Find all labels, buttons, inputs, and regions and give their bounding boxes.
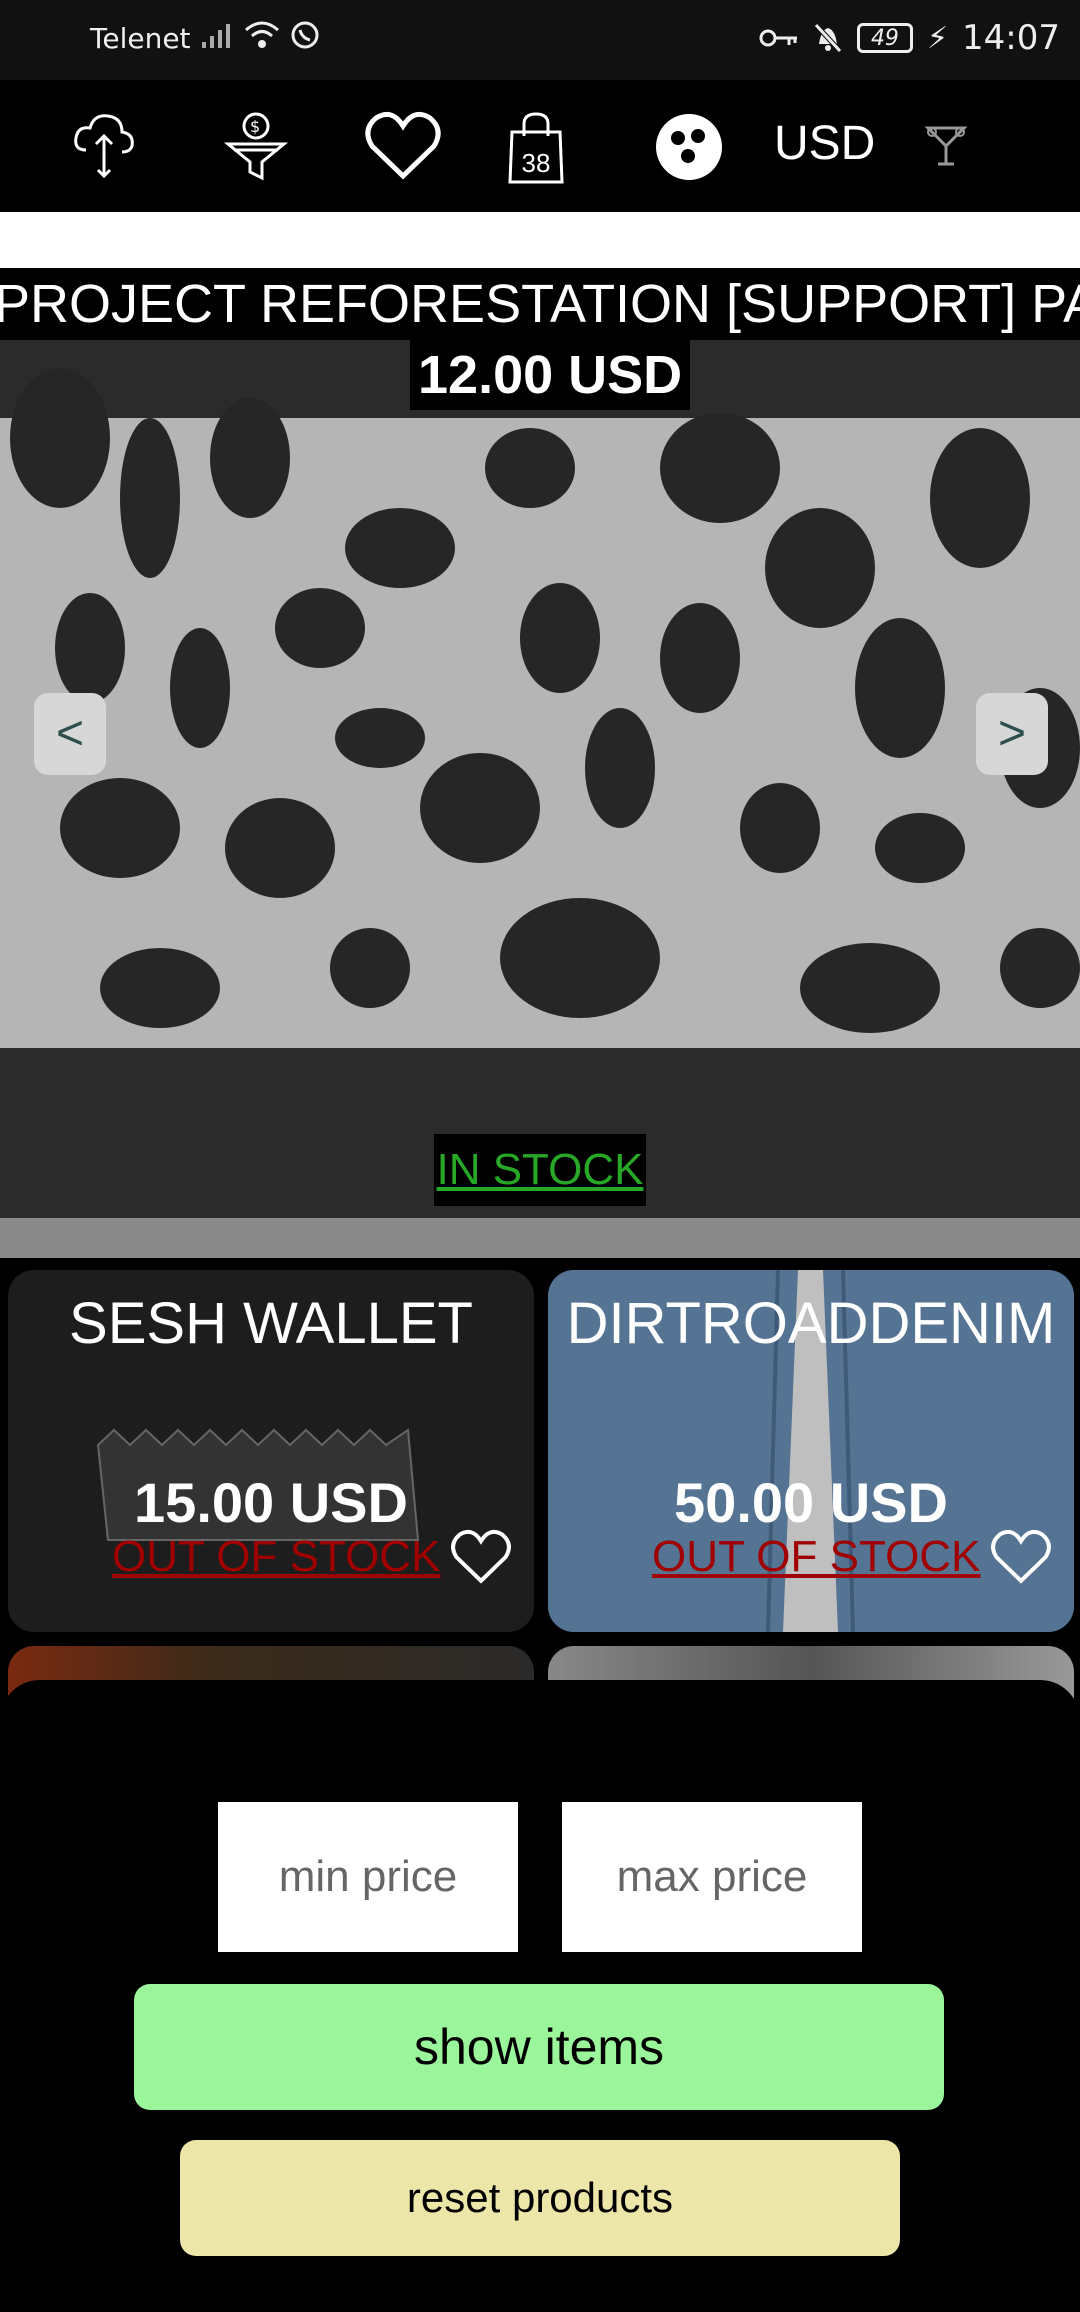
next-image-button[interactable]: > bbox=[976, 693, 1048, 775]
bag-count: 38 bbox=[522, 148, 551, 178]
svg-text:$: $ bbox=[250, 117, 260, 136]
carrier-name: Telenet bbox=[90, 22, 191, 55]
top-toolbar: $ 38 USD bbox=[0, 80, 1080, 212]
previous-image-button[interactable]: < bbox=[34, 693, 106, 775]
product-title[interactable]: PROJECT REFORESTATION [SUPPORT] PATCH bbox=[0, 268, 1080, 340]
heart-icon[interactable] bbox=[364, 110, 442, 186]
favorite-heart-icon[interactable] bbox=[990, 1528, 1052, 1590]
cloud-upload-icon[interactable] bbox=[72, 110, 136, 186]
clock: 14:07 bbox=[962, 18, 1060, 58]
funnel-dollar-icon[interactable]: $ bbox=[223, 110, 289, 186]
price-filter-panel: show items reset products bbox=[0, 1680, 1080, 2312]
search-strip bbox=[0, 212, 1080, 268]
filter-drink-icon[interactable] bbox=[924, 124, 968, 172]
card-stock-status[interactable]: OUT OF STOCK bbox=[112, 1532, 440, 1582]
signal-icon bbox=[202, 24, 230, 48]
key-icon bbox=[759, 29, 797, 47]
product-price: 12.00 USD bbox=[410, 340, 691, 410]
card-price: 50.00 USD bbox=[674, 1471, 948, 1534]
reset-products-button[interactable]: reset products bbox=[180, 2140, 900, 2256]
product-card[interactable]: DIRTROADDENIM 50.00 USD OUT OF STOCK bbox=[548, 1270, 1074, 1632]
card-price: 15.00 USD bbox=[134, 1471, 408, 1534]
battery-level: 49 bbox=[856, 23, 913, 53]
status-bar: Telenet 49 ⚡ 14:07 bbox=[0, 0, 1080, 80]
whatsapp-icon bbox=[291, 21, 319, 49]
card-title: SESH WALLET bbox=[69, 1291, 473, 1356]
show-items-button[interactable]: show items bbox=[134, 1984, 944, 2110]
hero-product[interactable]: PROJECT REFORESTATION [SUPPORT] PATCH 12… bbox=[0, 268, 1080, 1258]
product-card[interactable]: SESH WALLET 15.00 USD OUT OF STOCK bbox=[8, 1270, 534, 1632]
card-stock-status[interactable]: OUT OF STOCK bbox=[652, 1532, 980, 1582]
max-price-input[interactable] bbox=[562, 1802, 862, 1952]
product-image bbox=[0, 268, 1080, 1258]
wifi-icon bbox=[245, 21, 279, 48]
stock-status[interactable]: IN STOCK bbox=[434, 1134, 646, 1206]
charging-icon: ⚡ bbox=[926, 20, 949, 56]
favorite-heart-icon[interactable] bbox=[450, 1528, 512, 1590]
card-title: DIRTROADDENIM bbox=[566, 1291, 1056, 1356]
currency-selector[interactable]: USD bbox=[774, 116, 875, 171]
min-price-input[interactable] bbox=[218, 1802, 518, 1952]
bell-muted-icon bbox=[814, 23, 842, 53]
shopping-bag-icon[interactable]: 38 bbox=[504, 110, 568, 190]
bowling-ball-icon[interactable] bbox=[654, 112, 724, 186]
